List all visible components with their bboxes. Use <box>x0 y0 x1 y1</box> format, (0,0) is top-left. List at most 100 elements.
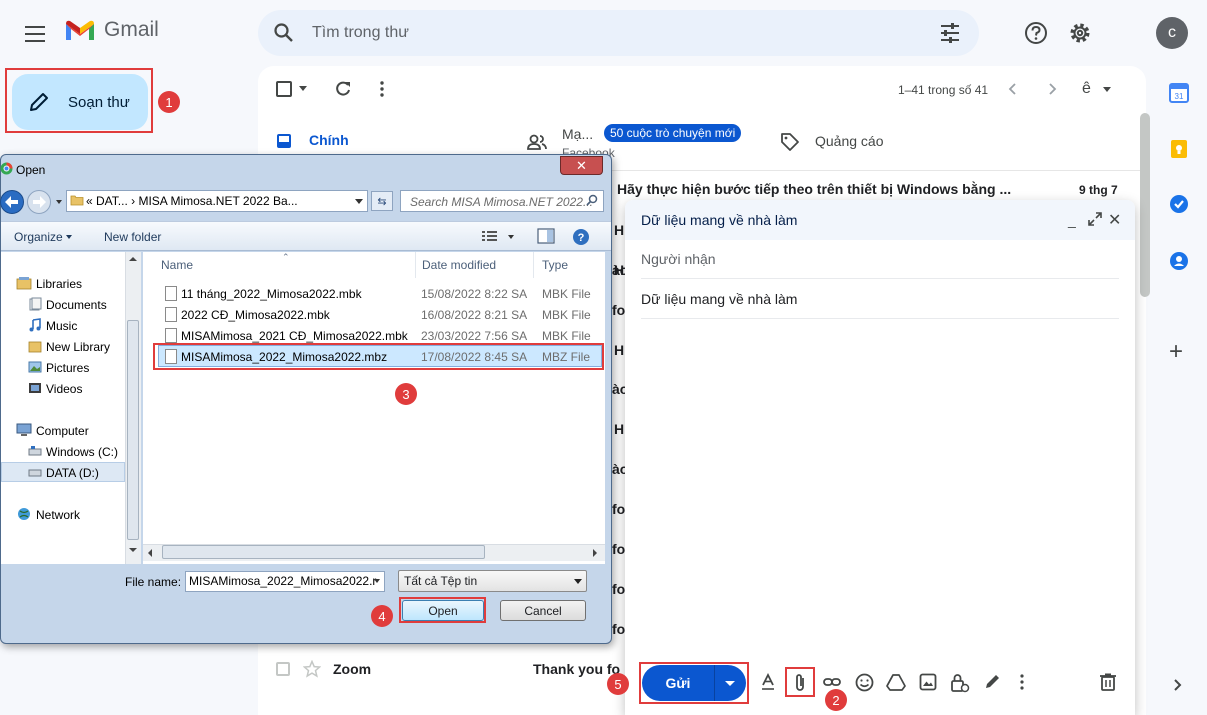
minimize-icon[interactable]: _ <box>1068 212 1076 228</box>
preview-pane-icon[interactable] <box>537 228 555 244</box>
refresh-icon[interactable] <box>334 80 352 98</box>
recent-locations-chevron-icon[interactable] <box>56 200 62 204</box>
mail-row-stub[interactable]: fo <box>612 302 625 318</box>
nav-documents[interactable]: Documents <box>46 298 107 312</box>
dialog-search-icon[interactable] <box>586 194 598 206</box>
mail-list-scrollbar[interactable] <box>1140 113 1150 297</box>
address-history-chevron-icon[interactable] <box>355 199 363 204</box>
older-page-icon[interactable] <box>1045 81 1059 97</box>
format-text-icon[interactable] <box>761 673 775 691</box>
nav-scrollbar-thumb[interactable] <box>127 320 139 540</box>
file-list-hscrollbar-thumb[interactable] <box>162 545 485 559</box>
organize-menu[interactable]: Organize <box>14 230 63 244</box>
keep-icon[interactable] <box>1168 138 1190 160</box>
avatar[interactable]: c <box>1156 17 1188 49</box>
nav-pictures[interactable]: Pictures <box>46 361 89 375</box>
recipients-field[interactable]: Người nhận <box>641 251 716 267</box>
search-input[interactable] <box>312 20 872 46</box>
search-icon[interactable] <box>272 21 296 45</box>
cancel-button[interactable]: Cancel <box>500 600 586 621</box>
back-arrow-icon[interactable] <box>0 190 24 214</box>
select-menu-chevron-icon[interactable] <box>299 86 307 91</box>
select-all-checkbox[interactable] <box>276 81 292 97</box>
input-tools-chevron-icon[interactable] <box>1103 87 1111 92</box>
nav-music[interactable]: Music <box>46 319 77 333</box>
mail-snippet[interactable]: Thank you fo <box>533 661 620 677</box>
tasks-icon[interactable] <box>1168 193 1190 215</box>
mail-row-stub[interactable]: fo <box>612 581 625 597</box>
signature-pen-icon[interactable] <box>983 673 1001 691</box>
mail-sender[interactable]: Zoom <box>333 661 371 677</box>
column-separator[interactable] <box>415 252 416 278</box>
scroll-right-icon[interactable] <box>592 549 598 557</box>
compose-window-title: Dữ liệu mang về nhà làm <box>641 212 798 228</box>
close-icon[interactable]: ✕ <box>1108 210 1121 230</box>
search-options-icon[interactable] <box>938 21 962 45</box>
nav-computer[interactable]: Computer <box>36 424 89 438</box>
column-date-modified[interactable]: Date modified <box>422 258 496 272</box>
column-name[interactable]: Name <box>161 258 193 272</box>
main-menu-icon[interactable] <box>22 20 50 48</box>
mail-row-stub[interactable]: H <box>614 421 624 437</box>
dialog-refresh-icon[interactable]: ⇆ <box>371 191 393 211</box>
file-name-input[interactable]: MISAMimosa_2022_Mimosa2022.r <box>185 571 385 592</box>
help-icon[interactable] <box>1023 20 1049 46</box>
file-type-chevron-icon[interactable] <box>574 579 582 584</box>
scroll-down-icon[interactable] <box>129 547 137 553</box>
gear-icon[interactable] <box>1067 20 1093 46</box>
full-screen-icon[interactable] <box>1088 212 1102 226</box>
contacts-icon[interactable] <box>1168 250 1190 272</box>
link-icon[interactable] <box>822 673 842 691</box>
add-addon-icon[interactable]: + <box>1169 338 1183 366</box>
file-row-name[interactable]: MISAMimosa_2021 CĐ_Mimosa2022.mbk <box>181 329 408 343</box>
confidential-lock-icon[interactable] <box>950 673 970 693</box>
nav-data-d[interactable]: DATA (D:) <box>46 466 99 480</box>
more-options-icon[interactable] <box>1018 673 1026 691</box>
nav-videos[interactable]: Videos <box>46 382 82 396</box>
scroll-up-icon[interactable] <box>129 256 137 262</box>
star-icon[interactable] <box>303 660 321 678</box>
nav-new-library[interactable]: New Library <box>46 340 110 354</box>
calendar-icon[interactable]: 31 <box>1168 82 1190 104</box>
column-type[interactable]: Type <box>542 258 568 272</box>
tab-social[interactable]: Mạ... <box>562 126 593 142</box>
nav-windows-c[interactable]: Windows (C:) <box>46 445 118 459</box>
dialog-close-button[interactable]: ✕ <box>560 156 603 175</box>
mail-row-checkbox[interactable] <box>276 662 290 676</box>
newer-page-icon[interactable] <box>1006 81 1020 97</box>
new-folder-button[interactable]: New folder <box>104 230 161 244</box>
change-view-chevron-icon[interactable] <box>508 235 514 239</box>
mail-row-stub[interactable]: H <box>614 222 624 238</box>
gmail-logo[interactable]: Gmail <box>64 18 159 42</box>
file-row-name[interactable]: 11 tháng_2022_Mimosa2022.mbk <box>181 287 362 301</box>
file-name-chevron-icon[interactable] <box>374 579 380 583</box>
compose-label: Soạn thư <box>68 93 130 111</box>
forward-arrow-icon[interactable] <box>27 190 51 214</box>
more-vert-icon[interactable] <box>376 80 388 98</box>
scroll-left-icon[interactable] <box>147 549 153 557</box>
organize-chevron-icon[interactable] <box>66 235 72 239</box>
expand-side-panel-icon[interactable] <box>1172 677 1184 693</box>
dialog-help-icon[interactable]: ? <box>572 228 590 246</box>
mail-row-stub[interactable]: H <box>614 342 624 358</box>
tab-promotions[interactable]: Quảng cáo <box>815 133 884 149</box>
change-view-icon[interactable] <box>481 229 499 243</box>
mail-row-stub[interactable]: fo <box>612 541 625 557</box>
compose-button[interactable]: Soạn thư <box>12 74 148 130</box>
subject-field[interactable]: Dữ liệu mang về nhà làm <box>641 291 797 307</box>
trash-icon[interactable] <box>1100 673 1116 691</box>
tab-primary[interactable]: Chính <box>309 132 349 148</box>
input-tools-button[interactable]: ê <box>1082 80 1091 98</box>
mail-row-stub[interactable]: fo <box>612 501 625 517</box>
new-library-icon <box>28 339 42 353</box>
file-type-select[interactable]: Tất cả Tệp tin <box>398 570 587 592</box>
photo-icon[interactable] <box>919 673 937 691</box>
nav-network[interactable]: Network <box>36 508 80 522</box>
mail-row-stub[interactable]: fo <box>612 621 625 637</box>
emoji-icon[interactable] <box>855 673 874 692</box>
mail-subject[interactable]: Hãy thực hiện bước tiếp theo trên thiết … <box>617 181 1011 197</box>
drive-icon[interactable] <box>886 673 906 691</box>
column-separator[interactable] <box>533 252 534 278</box>
nav-libraries[interactable]: Libraries <box>36 277 82 291</box>
file-row-name[interactable]: 2022 CĐ_Mimosa2022.mbk <box>181 308 330 322</box>
